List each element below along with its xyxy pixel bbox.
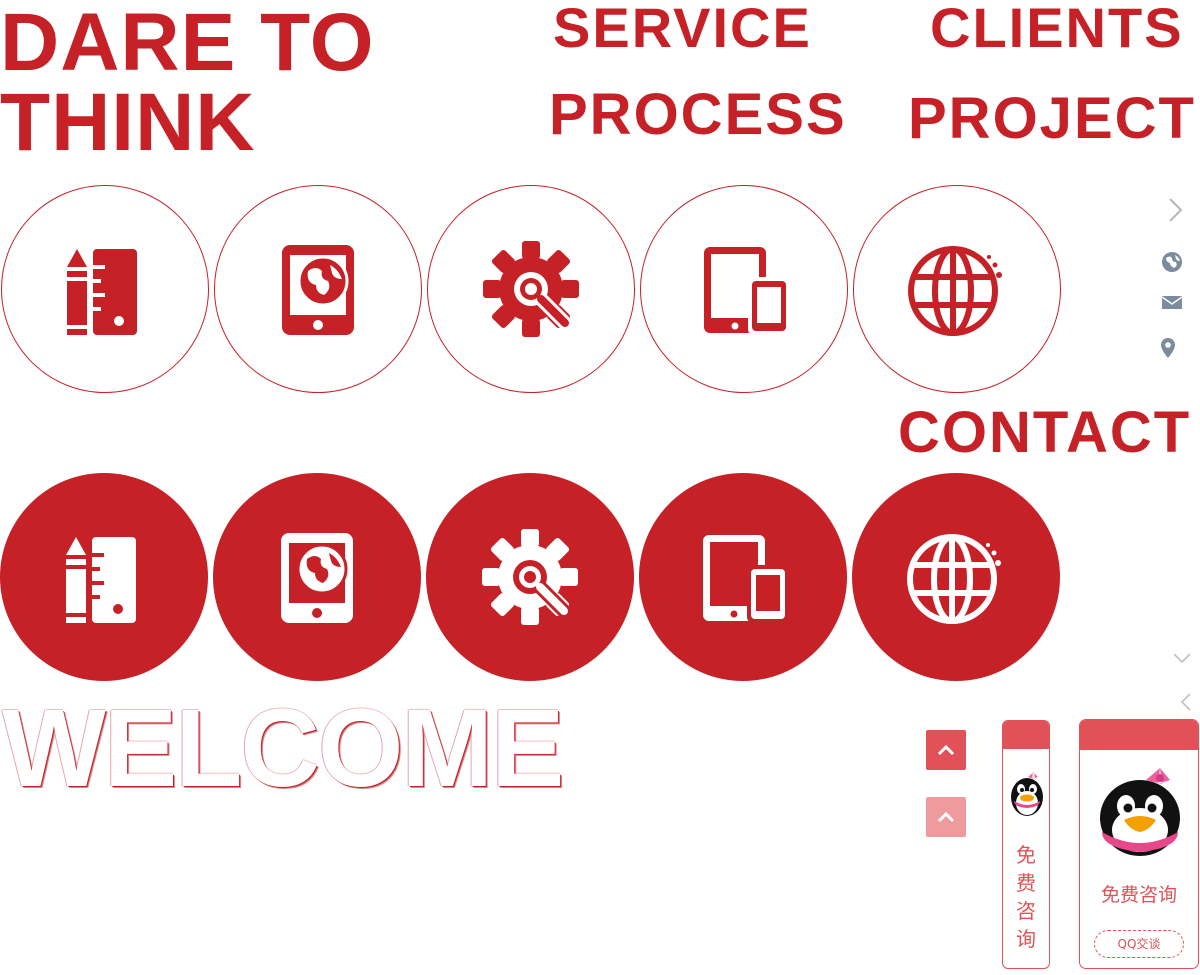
nav-contact[interactable]: CONTACT [898,404,1191,462]
chevron-up-icon [937,744,955,756]
nav-service[interactable]: SERVICE [553,0,812,56]
nav-process[interactable]: PROCESS [549,86,847,144]
gear-wrench-icon [483,241,579,337]
service-circle-web-active[interactable] [852,473,1060,681]
consult-panel-header [1080,720,1198,750]
back-to-top-button[interactable] [926,730,966,770]
tablet-phone-icon [704,247,790,335]
back-to-top-button-faded[interactable] [926,797,966,837]
service-circle-web[interactable] [853,185,1061,393]
consult-vertical-label: 免 费 咨 询 [1003,841,1049,953]
consult-char: 费 [1016,871,1036,895]
location-pin-icon[interactable] [1156,336,1180,360]
consult-panel-header [1003,721,1049,749]
pencil-ruler-icon [67,249,137,335]
phone-globe-icon [282,245,354,335]
gear-wrench-icon [482,529,578,625]
nav-clients[interactable]: CLIENTS [930,0,1184,56]
chevron-left-icon[interactable] [1174,690,1198,714]
service-circle-responsive[interactable] [640,185,848,393]
phone-globe-icon [281,533,353,623]
service-circle-design[interactable] [1,185,209,393]
consult-panel-collapsed[interactable]: 免 费 咨 询 [1002,720,1050,969]
consult-char: 咨 [1016,899,1036,923]
service-circle-mobile-web[interactable] [214,185,422,393]
hero-line-1: DARE TO [0,0,375,88]
consult-label: 免费咨询 [1100,884,1177,906]
globe-icon [907,534,1001,624]
service-circle-responsive-active[interactable] [639,473,847,681]
chevron-down-icon[interactable] [1170,646,1194,670]
qq-chat-button[interactable]: QQ交谈 [1094,930,1184,958]
consult-panel-expanded: 免费咨询 QQ交谈 [1079,719,1199,969]
chevron-right-icon[interactable] [1163,198,1187,222]
welcome-heading: WELCOME [2,687,564,810]
qq-penguin-avatar [1100,768,1180,856]
chevron-up-icon [937,811,955,823]
service-circle-development[interactable] [427,185,635,393]
mail-icon[interactable] [1160,290,1184,314]
hero-line-2: THINK [0,77,256,168]
qq-penguin-icon [1011,772,1043,816]
service-circle-development-active[interactable] [426,473,634,681]
globe-icon[interactable] [1160,250,1184,274]
service-circle-mobile-web-active[interactable] [213,473,421,681]
globe-icon [908,246,1002,336]
consult-char: 免 [1016,843,1036,867]
pencil-ruler-icon [66,537,136,623]
tablet-phone-icon [703,535,789,623]
service-circle-design-active[interactable] [0,473,208,681]
nav-project[interactable]: PROJECT [908,90,1196,148]
consult-char: 询 [1016,927,1036,951]
